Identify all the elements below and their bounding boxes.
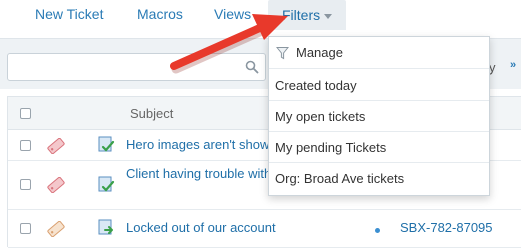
row-checkbox[interactable]: [20, 223, 31, 234]
tag-icon: [47, 177, 65, 193]
filters-dropdown-menu: Manage Created today My open tickets My …: [268, 36, 490, 196]
search-icon[interactable]: [245, 60, 259, 74]
ticket-check-icon: [98, 136, 115, 152]
ticket-check-icon: [98, 176, 115, 192]
ticket-subject-link[interactable]: Client having trouble with: [126, 166, 271, 181]
row-checkbox[interactable]: [20, 179, 31, 190]
filter-item-my-open-tickets[interactable]: My open tickets: [269, 101, 489, 132]
filter-item-my-pending-tickets[interactable]: My pending Tickets: [269, 132, 489, 163]
forward-icon[interactable]: »: [510, 59, 521, 71]
ticket-subject-link[interactable]: Locked out of our account: [126, 220, 276, 235]
top-navigation: New Ticket Macros Views Filters: [0, 0, 521, 30]
manage-filters-item[interactable]: Manage: [269, 37, 489, 69]
ticket-subject-link[interactable]: Hero images aren't show: [126, 137, 269, 152]
macros-link[interactable]: Macros: [137, 6, 183, 22]
manage-label: Manage: [296, 45, 343, 60]
filters-menu-button[interactable]: Filters: [268, 0, 347, 30]
new-ticket-link[interactable]: New Ticket: [35, 6, 103, 22]
row-checkbox[interactable]: [20, 140, 31, 151]
status-dot: [375, 228, 380, 233]
tag-icon: [47, 221, 65, 237]
subject-column-header[interactable]: Subject: [130, 106, 173, 121]
search-input[interactable]: [7, 53, 266, 81]
funnel-icon: [276, 47, 289, 60]
select-all-checkbox[interactable]: [20, 108, 31, 119]
filter-item-org-broad-ave[interactable]: Org: Broad Ave tickets: [269, 163, 489, 195]
table-row[interactable]: Locked out of our account SBX-782-87095: [8, 210, 521, 248]
views-link[interactable]: Views: [214, 6, 251, 22]
caret-down-icon: [324, 13, 333, 19]
ticket-arrow-icon: [98, 219, 113, 235]
filters-label: Filters: [282, 7, 321, 23]
ticket-ref-link[interactable]: SBX-782-87095: [400, 220, 493, 235]
tag-icon: [47, 138, 65, 154]
filter-item-created-today[interactable]: Created today: [269, 70, 489, 101]
